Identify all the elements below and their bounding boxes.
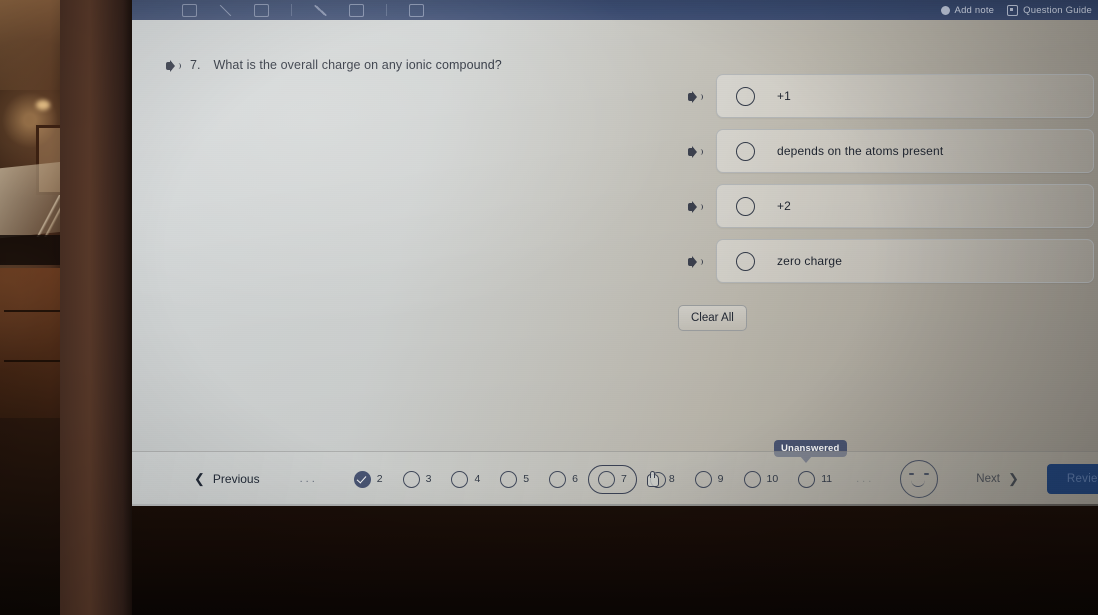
answer-options: +1 depends on the atoms present +2 zero … [688,74,1094,294]
question-pill-8[interactable]: 8 [637,466,685,493]
pill-number: 9 [717,473,724,485]
monitor-bezel-left [60,0,134,615]
leading-ellipsis: ... [299,473,318,485]
toolbar-divider [291,4,292,16]
guide-icon [1007,4,1019,16]
pill-number: 2 [376,473,383,485]
flag-icon[interactable] [409,3,424,17]
option-row: +2 [688,184,1094,228]
question-pills: 2 3 4 5 6 7 8 9 10 11 [344,464,842,494]
answer-option-3[interactable]: +2 [716,184,1094,228]
speaker-icon[interactable] [166,60,181,72]
chevron-left-icon: ❮ [194,471,205,486]
question-pill-9[interactable]: 9 [685,465,734,494]
option-label: +2 [777,199,791,213]
lamp-light [36,100,50,110]
previous-button[interactable]: ❮ Previous [194,471,260,487]
check-icon [353,470,371,488]
top-toolbar: Add note Question Guide [132,0,1098,20]
next-label: Next [976,473,1000,485]
circle-icon [451,470,469,488]
question-pill-3[interactable]: 3 [393,465,442,494]
tool-icon-3[interactable] [349,3,364,17]
toolbar-right-actions: Add note Question Guide [940,4,1098,16]
option-label: depends on the atoms present [777,144,944,158]
speaker-icon[interactable] [688,91,703,103]
question-pill-11[interactable]: 11 [788,465,842,494]
smiley-face-icon[interactable] [900,460,939,498]
circle-icon [402,470,420,488]
speaker-icon[interactable] [688,201,703,213]
photographed-screen: Add note Question Guide 7. What is the o… [0,0,1098,615]
pill-number: 10 [766,473,779,485]
pen-icon[interactable] [219,4,232,16]
question-number: 7. [190,58,201,72]
pill-number: 5 [523,473,530,485]
drawer-cabinet [0,268,66,418]
add-note-button[interactable]: Add note [940,4,995,16]
radio-button[interactable] [736,141,755,161]
question-text: What is the overall charge on any ionic … [213,58,502,72]
question-navigation-bar: ❮ Previous ... 2 3 4 5 6 7 8 9 10 11 ...… [132,451,1098,506]
question-pill-4[interactable]: 4 [441,465,490,494]
add-note-label: Add note [954,4,995,16]
pill-number: 4 [474,473,481,485]
screen: Add note Question Guide 7. What is the o… [132,0,1098,506]
monitor-bezel-bottom [132,506,1098,615]
option-row: depends on the atoms present [688,129,1094,173]
note-icon [940,5,950,15]
question-guide-label: Question Guide [1023,4,1092,16]
answer-option-2[interactable]: depends on the atoms present [716,129,1094,173]
pill-number: 3 [425,473,432,485]
answer-option-1[interactable]: +1 [716,74,1094,118]
question-pill-5[interactable]: 5 [490,465,539,494]
speaker-icon[interactable] [688,256,703,268]
circle-icon [743,470,761,488]
question-pill-6[interactable]: 6 [539,465,588,494]
trailing-ellipsis: ... [856,473,875,485]
answer-option-4[interactable]: zero charge [716,239,1094,283]
pill-number: 6 [572,473,578,485]
circle-icon [549,470,567,488]
previous-label: Previous [212,472,260,486]
question-guide-button[interactable]: Question Guide [1007,4,1092,16]
chevron-right-icon: ❯ [1007,471,1019,486]
option-row: +1 [688,74,1094,118]
toolbar-divider-2 [386,4,387,16]
question-pill-2[interactable]: 2 [344,465,393,494]
circle-icon [694,470,712,488]
pill-number: 7 [620,473,627,485]
circle-icon [597,470,615,488]
question-pill-10[interactable]: 10 [734,465,789,494]
option-label: zero charge [777,254,843,268]
option-row: zero charge [688,239,1094,283]
question-stem: 7. What is the overall charge on any ion… [166,58,502,72]
next-button[interactable]: Next ❯ [976,471,1019,487]
pointer-hand-icon [646,470,666,488]
radio-button[interactable] [736,251,755,271]
speaker-icon[interactable] [688,146,703,158]
tool-icon-2[interactable] [254,3,269,17]
circle-icon [798,470,816,488]
circle-icon [500,470,518,488]
option-label: +1 [777,89,791,103]
radio-button[interactable] [736,196,755,216]
pill-number: 11 [821,473,833,485]
question-pill-7-current[interactable]: 7 [587,464,637,494]
radio-button[interactable] [736,86,755,106]
pill-number: 8 [668,473,675,485]
tool-icon-1[interactable] [182,3,197,17]
review-button[interactable]: Review [1046,464,1098,494]
toolbar-left-tools [132,3,941,17]
clear-all-button[interactable]: Clear All [678,305,747,331]
arrow-icon[interactable] [314,4,327,16]
